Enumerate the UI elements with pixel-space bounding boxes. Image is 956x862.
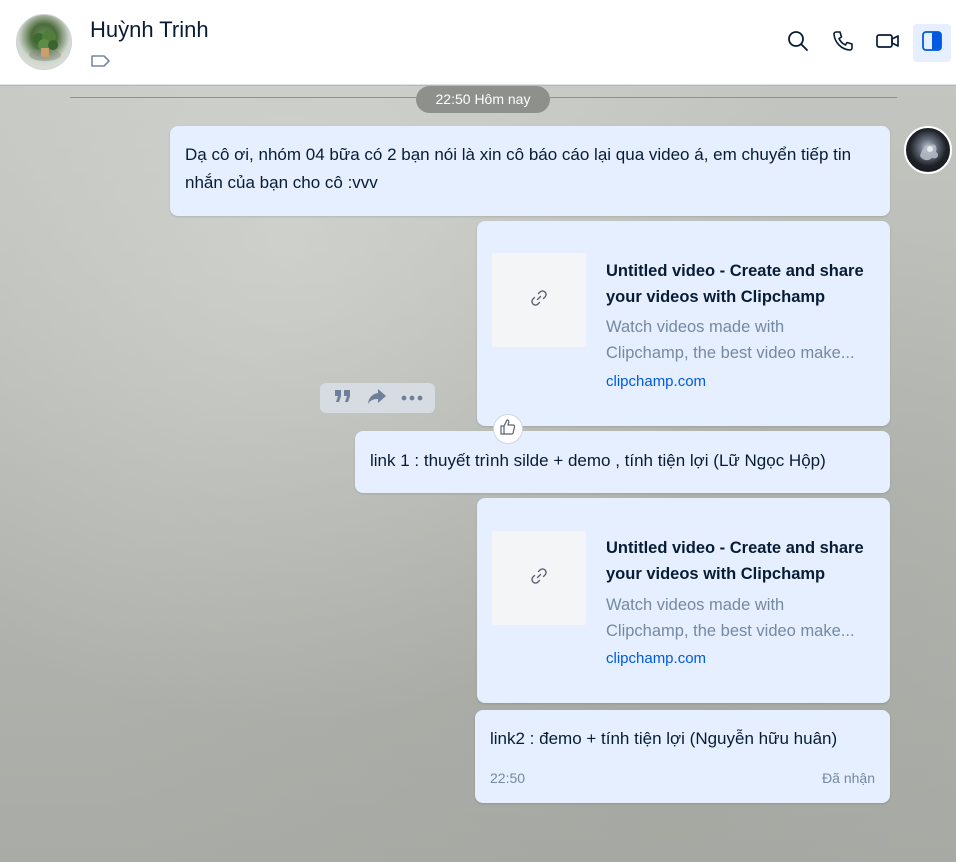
link-thumbnail [492, 253, 586, 347]
message-bubble[interactable]: Dạ cô ơi, nhóm 04 bữa có 2 bạn nói là xi… [170, 126, 890, 216]
message-bubble[interactable]: link2 : đemo + tính tiện lợi (Nguyễn hữu… [475, 710, 890, 803]
sidebar-toggle-icon [920, 29, 944, 58]
link-domain[interactable]: clipchamp.com [606, 650, 706, 667]
like-reaction-button[interactable] [493, 414, 523, 444]
sidebar-toggle-button[interactable] [913, 24, 951, 62]
link-description: Watch videos made with Clipchamp, the be… [606, 592, 878, 644]
link-domain[interactable]: clipchamp.com [606, 373, 706, 390]
search-icon [786, 29, 810, 58]
search-button[interactable] [779, 24, 817, 62]
sender-avatar[interactable] [904, 126, 952, 174]
link-icon [529, 566, 549, 591]
tag-icon[interactable] [90, 53, 112, 69]
message-bubble[interactable]: link 1 : thuyết trình silde + demo , tín… [355, 431, 890, 493]
link-description-line: Clipchamp, the best video make... [606, 344, 855, 362]
link-title[interactable]: Untitled video - Create and share your v… [606, 258, 878, 310]
link-icon [529, 288, 549, 313]
link-preview-card[interactable]: Untitled video - Create and share your v… [477, 221, 890, 426]
link-thumbnail [492, 531, 586, 625]
avatar-image [29, 30, 61, 61]
contact-avatar[interactable] [16, 14, 72, 70]
voice-call-button[interactable] [824, 24, 862, 62]
message-timestamp: 22:50 [490, 770, 526, 786]
link-description-line: Clipchamp, the best video make... [606, 622, 855, 640]
time-divider: 22:50 Hôm nay [416, 86, 550, 113]
thumbs-up-icon [499, 418, 517, 441]
video-call-button[interactable] [869, 24, 907, 62]
link-description-line: Watch videos made with [606, 318, 785, 336]
chat-area[interactable]: 22:50 Hôm nay Dạ cô ơi, nhóm 04 bữa có 2… [0, 86, 956, 862]
message-actions-toolbar [320, 383, 435, 413]
link-description: Watch videos made with Clipchamp, the be… [606, 314, 878, 366]
contact-name[interactable]: Huỳnh Trinh [90, 17, 209, 43]
divider-line-left [70, 97, 416, 98]
divider-line-right [550, 97, 897, 98]
quote-icon[interactable] [333, 387, 353, 410]
link-preview-card[interactable]: Untitled video - Create and share your v… [477, 498, 890, 703]
message-text: Dạ cô ơi, nhóm 04 bữa có 2 bạn nói là xi… [185, 145, 852, 192]
chat-header: Huỳnh Trinh [0, 0, 956, 85]
forward-icon[interactable] [366, 387, 388, 410]
more-icon[interactable] [401, 389, 423, 407]
link-title[interactable]: Untitled video - Create and share your v… [606, 535, 878, 587]
video-call-icon [875, 29, 901, 58]
phone-icon [831, 29, 855, 58]
delivery-status: Đã nhận [822, 770, 875, 786]
sender-avatar-image [920, 144, 939, 161]
message-text: link 1 : thuyết trình silde + demo , tín… [370, 451, 826, 470]
link-description-line: Watch videos made with [606, 596, 785, 614]
message-text: link2 : đemo + tính tiện lợi (Nguyễn hữu… [490, 729, 838, 748]
